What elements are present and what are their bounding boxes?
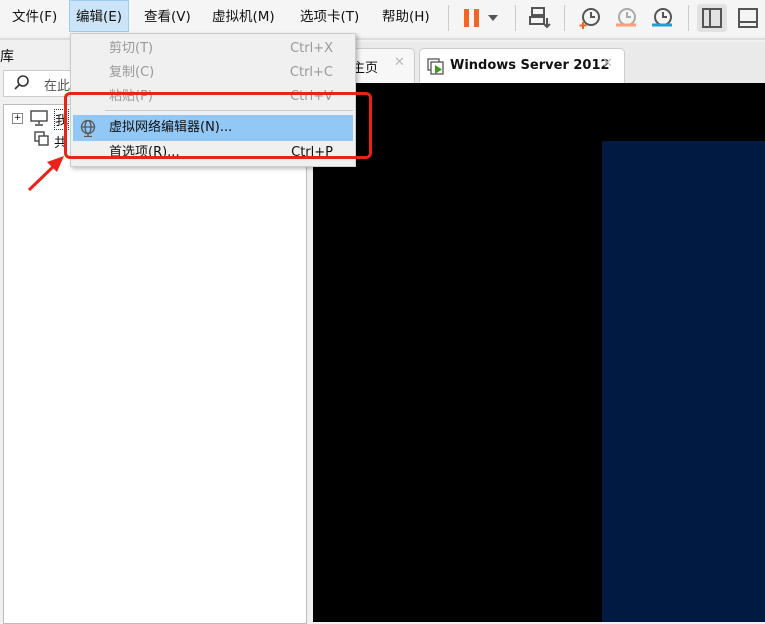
library-title: 库: [0, 49, 14, 65]
snapshot-take-icon[interactable]: [575, 4, 605, 32]
menu-file[interactable]: 文件(F): [6, 4, 63, 31]
menu-tabs[interactable]: 选项卡(T): [294, 4, 365, 31]
close-icon[interactable]: ✕: [602, 56, 613, 71]
tab-label: Windows Server 2012: [450, 58, 610, 73]
shared-vms-icon: [34, 131, 49, 146]
menu-view[interactable]: 查看(V): [138, 4, 197, 31]
send-ctrl-alt-del-icon[interactable]: [525, 4, 555, 32]
thumbnail-view-icon[interactable]: [733, 4, 763, 32]
menu-item-copy[interactable]: 复制(C) Ctrl+C: [73, 61, 353, 85]
menu-edit[interactable]: 编辑(E): [69, 0, 130, 32]
search-icon: [14, 75, 29, 90]
library-view-icon[interactable]: [697, 4, 727, 32]
snapshot-manager-icon[interactable]: [647, 4, 677, 32]
tab-windows-server[interactable]: Windows Server 2012 ✕: [419, 48, 625, 84]
menu-item-cut[interactable]: 剪切(T) Ctrl+X: [73, 37, 353, 61]
vm-running-icon: [427, 58, 444, 75]
search-placeholder: 在此: [44, 79, 71, 94]
computer-icon: [30, 110, 48, 126]
expand-icon[interactable]: +: [12, 113, 23, 124]
menu-help[interactable]: 帮助(H): [376, 4, 436, 31]
menubar: 文件(F) 编辑(E) 查看(V) 虚拟机(M) 选项卡(T) 帮助(H): [0, 0, 765, 36]
dropdown-icon[interactable]: [483, 4, 503, 32]
snapshot-revert-icon[interactable]: [611, 4, 641, 32]
vm-desktop[interactable]: [602, 141, 765, 622]
menu-vm[interactable]: 虚拟机(M): [206, 4, 281, 31]
annotation-arrow-icon: [27, 156, 64, 192]
tab-bar: 主页 ✕ Windows Server 2012 ✕: [303, 42, 765, 84]
close-icon[interactable]: ✕: [394, 55, 405, 70]
annotation-highlight-box: [64, 92, 372, 159]
